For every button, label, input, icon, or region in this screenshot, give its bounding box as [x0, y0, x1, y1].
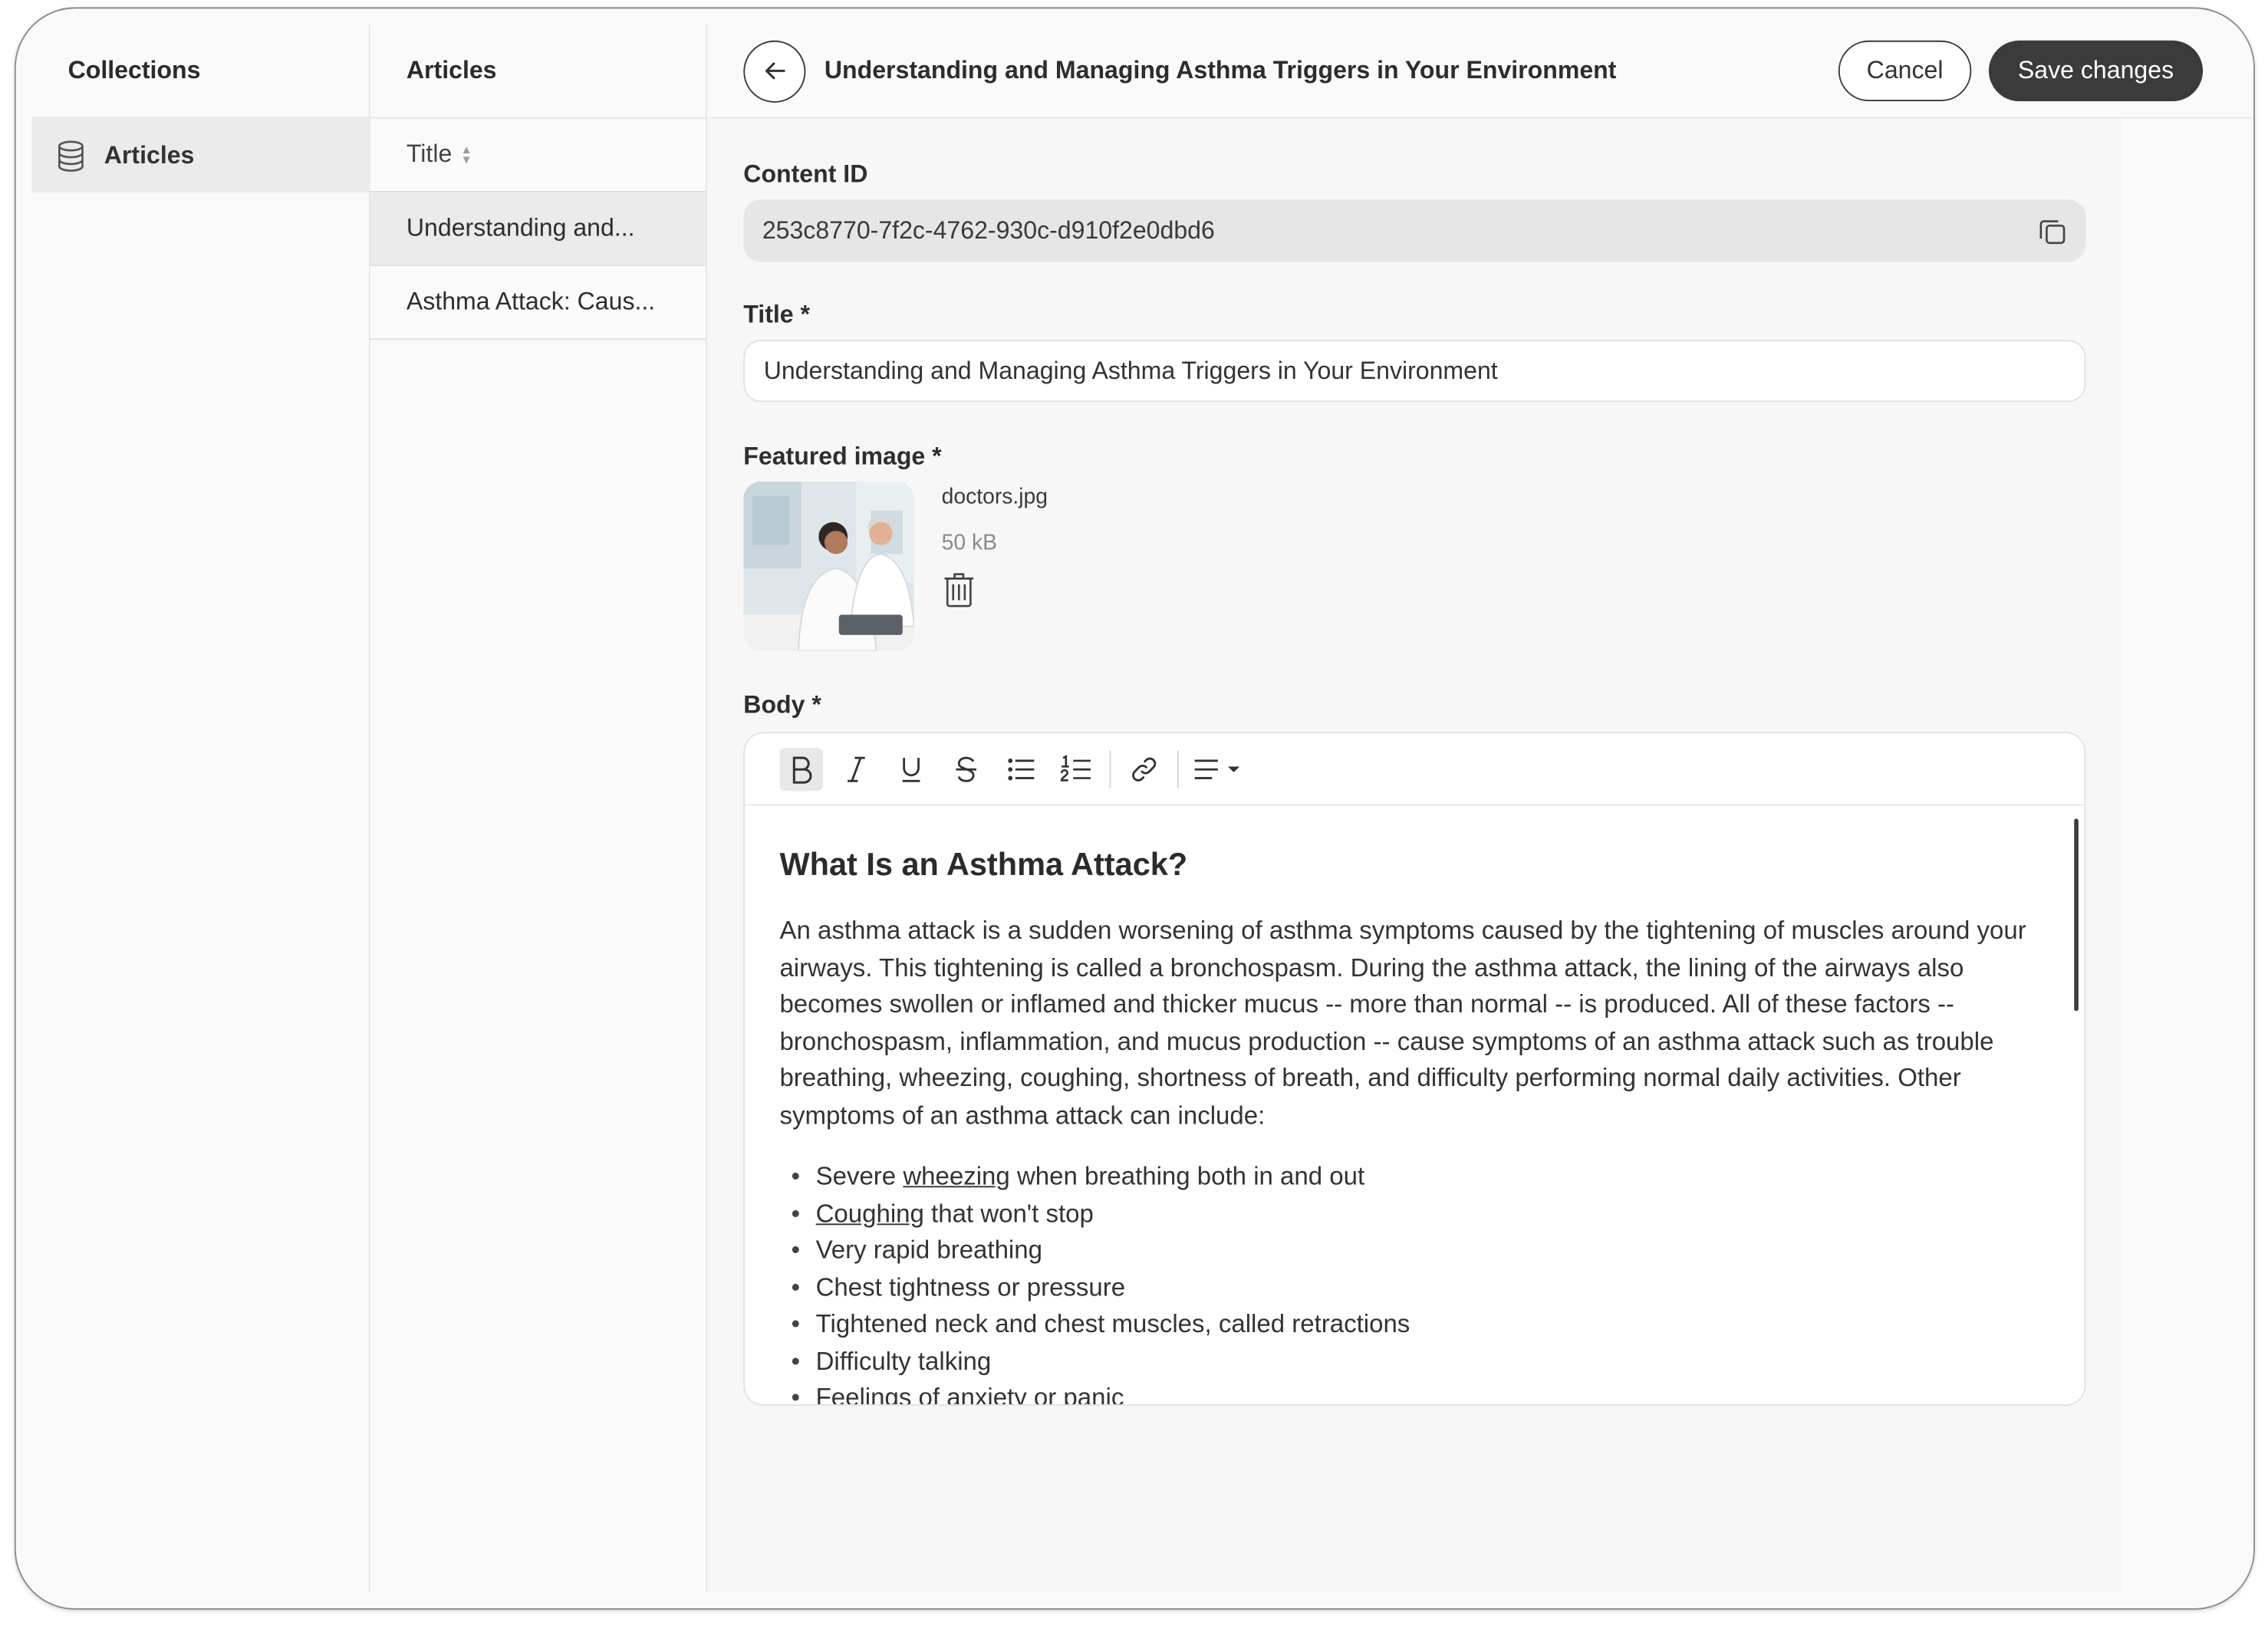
- article-row-title: Asthma Attack: Caus...: [406, 288, 656, 316]
- editor-header: Understanding and Managing Asthma Trigge…: [707, 25, 2254, 119]
- save-changes-button[interactable]: Save changes: [1988, 40, 2204, 102]
- body-paragraph: An asthma attack is a sudden worsening o…: [779, 915, 2026, 1129]
- trash-icon[interactable]: [942, 571, 976, 609]
- collection-item-articles[interactable]: Articles: [31, 118, 369, 193]
- editor-form: Content ID 253c8770-7f2c-4762-930c-d910f…: [707, 118, 2122, 1593]
- article-row[interactable]: Understanding and...: [370, 192, 706, 266]
- arrow-left-icon: [765, 62, 785, 80]
- app-window: Collections Articles Articles Title ▲ ▼ …: [14, 7, 2255, 1610]
- bold-icon[interactable]: [779, 747, 824, 791]
- coughing-link[interactable]: Coughing: [816, 1198, 924, 1227]
- back-button[interactable]: [743, 39, 806, 102]
- collections-header: Collections: [31, 25, 369, 119]
- list-item: Tightened neck and chest muscles, called…: [779, 1306, 2049, 1343]
- list-item: Feelings of anxiety or panic: [779, 1380, 2049, 1404]
- collection-item-label: Articles: [104, 140, 195, 169]
- numbered-list-icon[interactable]: [1055, 747, 1098, 791]
- symptoms-list: Severe wheezing when breathing both in a…: [779, 1159, 2049, 1405]
- sort-icon: ▲ ▼: [460, 143, 472, 166]
- content-id-field: 253c8770-7f2c-4762-930c-d910f2e0dbd6: [743, 199, 2086, 262]
- image-file-size: 50 kB: [941, 531, 997, 556]
- toolbar-divider: [1109, 749, 1111, 788]
- list-item-text: that won't stop: [923, 1198, 1094, 1228]
- right-gutter: [2122, 118, 2254, 1593]
- title-input[interactable]: [743, 340, 2086, 403]
- list-item-text: Severe: [815, 1161, 904, 1191]
- editor-toolbar: [745, 733, 2085, 806]
- copy-icon[interactable]: [2036, 216, 2068, 247]
- underline-icon[interactable]: [890, 747, 933, 791]
- rich-text-editor[interactable]: What Is an Asthma Attack? An asthma atta…: [743, 732, 2086, 1406]
- articles-panel: Articles Title ▲ ▼ Understanding and... A…: [370, 25, 708, 1593]
- editor-title: Understanding and Managing Asthma Trigge…: [824, 56, 1617, 84]
- editor-panel: Understanding and Managing Asthma Trigge…: [707, 25, 2254, 1593]
- strikethrough-icon[interactable]: [944, 747, 988, 791]
- list-item: Coughing that won't stop: [779, 1196, 2049, 1232]
- body-label: Body *: [743, 691, 821, 719]
- align-dropdown-icon[interactable]: [1190, 747, 1246, 791]
- featured-image-thumbnail: [743, 481, 914, 651]
- list-item-text: when breathing both in and out: [1009, 1161, 1365, 1191]
- title-sort-header[interactable]: Title ▲ ▼: [370, 119, 706, 193]
- content-id-label: Content ID: [743, 160, 868, 189]
- editor-scrollbar[interactable]: [2074, 818, 2079, 1012]
- database-icon: [57, 140, 86, 171]
- article-row-title: Understanding and...: [406, 214, 635, 242]
- link-icon[interactable]: [1122, 747, 1166, 791]
- sort-label: Title: [406, 140, 453, 168]
- list-item: Severe wheezing when breathing both in a…: [779, 1159, 2049, 1196]
- collections-panel: Collections Articles: [31, 25, 370, 1593]
- body-heading: What Is an Asthma Attack?: [779, 846, 1188, 883]
- bulleted-list-icon[interactable]: [999, 747, 1043, 791]
- article-row[interactable]: Asthma Attack: Caus...: [370, 266, 706, 341]
- cancel-button[interactable]: Cancel: [1838, 40, 1972, 102]
- editor-content[interactable]: What Is an Asthma Attack? An asthma atta…: [779, 805, 2049, 1404]
- content-id-value: 253c8770-7f2c-4762-930c-d910f2e0dbd6: [762, 216, 1215, 244]
- featured-image-label: Featured image *: [743, 443, 942, 470]
- image-file-name: doctors.jpg: [941, 484, 1048, 509]
- list-item: Chest tightness or pressure: [779, 1269, 2049, 1306]
- title-label: Title *: [743, 301, 811, 329]
- list-item: Difficulty talking: [779, 1343, 2049, 1380]
- toolbar-divider: [1177, 749, 1179, 788]
- italic-icon[interactable]: [834, 747, 878, 791]
- list-item: Very rapid breathing: [779, 1232, 2049, 1269]
- articles-header: Articles: [370, 25, 706, 119]
- wheezing-link[interactable]: wheezing: [903, 1161, 1009, 1190]
